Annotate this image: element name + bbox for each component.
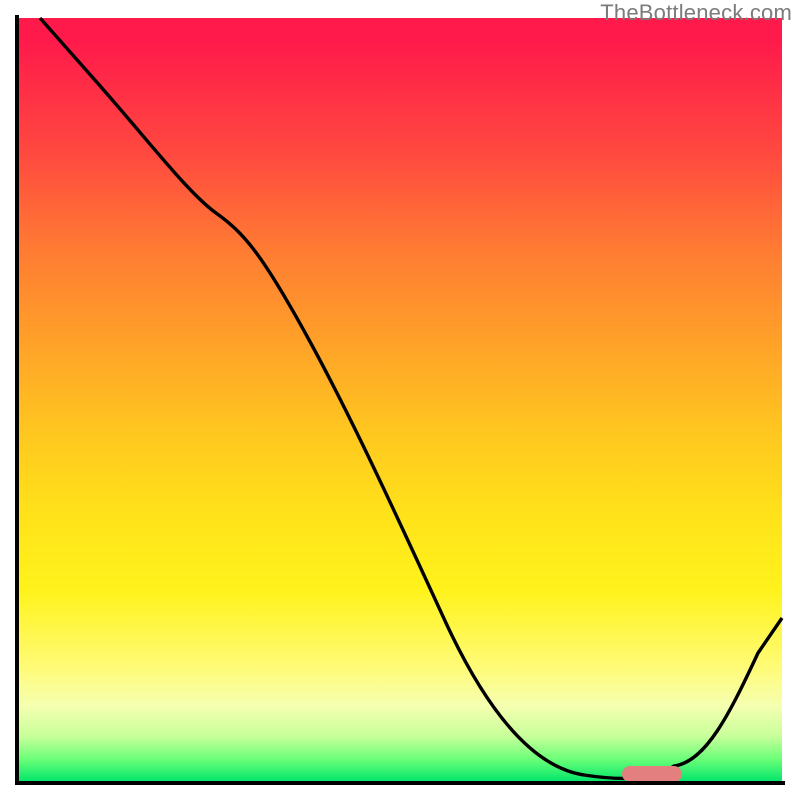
bottleneck-curve-path bbox=[40, 18, 782, 778]
x-axis bbox=[15, 781, 785, 785]
y-axis bbox=[15, 15, 19, 785]
bottleneck-chart: TheBottleneck.com bbox=[0, 0, 800, 800]
valley-marker bbox=[622, 766, 682, 782]
watermark-text: TheBottleneck.com bbox=[600, 0, 792, 26]
curve-layer bbox=[18, 18, 782, 782]
